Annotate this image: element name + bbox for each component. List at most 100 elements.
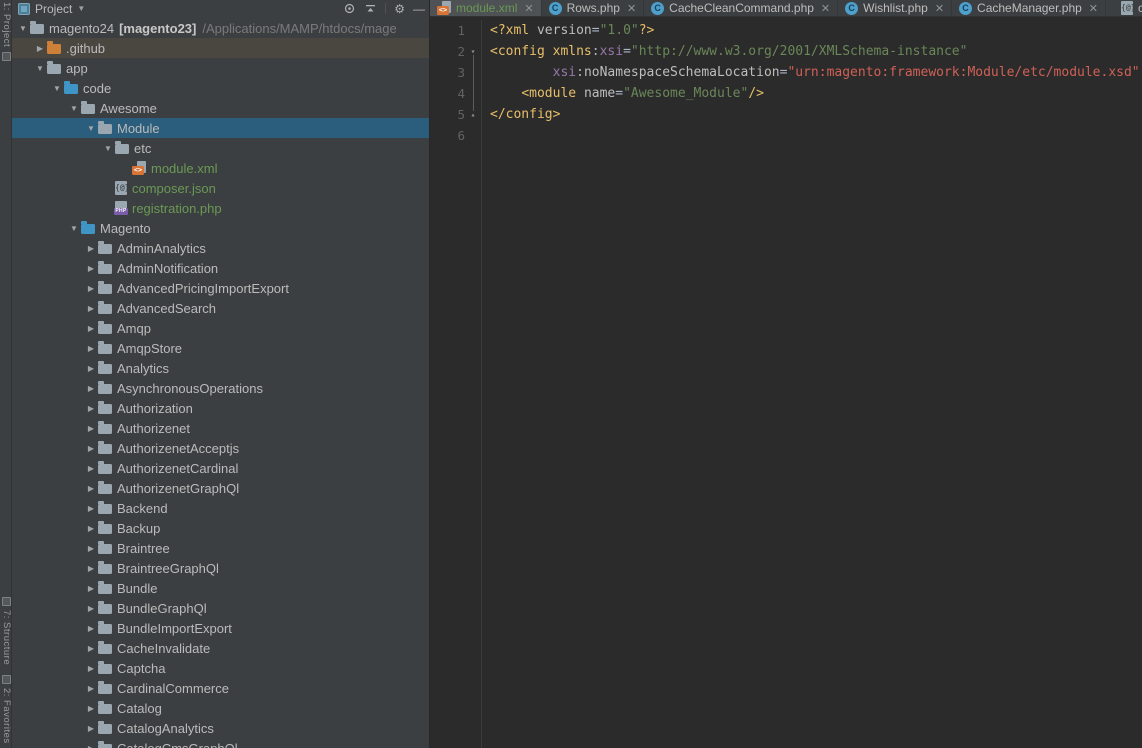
collapse-all-icon[interactable] bbox=[364, 2, 377, 15]
tree-row-amqpstore[interactable]: ▶AmqpStore bbox=[12, 338, 429, 358]
chevron-down-icon[interactable]: ▼ bbox=[77, 4, 85, 13]
code-token: <module bbox=[521, 86, 584, 101]
chevron-collapsed-icon[interactable]: ▶ bbox=[84, 584, 98, 593]
tree-row-advancedpricingimportexport[interactable]: ▶AdvancedPricingImportExport bbox=[12, 278, 429, 298]
tree-row-code[interactable]: ▼code bbox=[12, 78, 429, 98]
tool-button----structure[interactable]: 7: Structure bbox=[1, 597, 12, 665]
chevron-collapsed-icon[interactable]: ▶ bbox=[84, 564, 98, 573]
close-tab-icon[interactable]: ✕ bbox=[821, 2, 830, 15]
chevron-collapsed-icon[interactable]: ▶ bbox=[84, 704, 98, 713]
chevron-collapsed-icon[interactable]: ▶ bbox=[84, 684, 98, 693]
chevron-collapsed-icon[interactable]: ▶ bbox=[84, 544, 98, 553]
close-tab-icon[interactable]: ✕ bbox=[935, 2, 944, 15]
tree-row-authorizenet[interactable]: ▶Authorizenet bbox=[12, 418, 429, 438]
tree-row-authorizenetgraphql[interactable]: ▶AuthorizenetGraphQl bbox=[12, 478, 429, 498]
close-tab-icon[interactable]: ✕ bbox=[524, 2, 533, 15]
hide-panel-icon[interactable]: — bbox=[413, 3, 425, 15]
tree-row-authorizenetcardinal[interactable]: ▶AuthorizenetCardinal bbox=[12, 458, 429, 478]
tab-rows-php[interactable]: CRows.php✕ bbox=[542, 0, 645, 16]
tree-row-bundleimportexport[interactable]: ▶BundleImportExport bbox=[12, 618, 429, 638]
tree-row-registration-php[interactable]: registration.php bbox=[12, 198, 429, 218]
tree-row-catalogcmsgraphql[interactable]: ▶CatalogCmsGraphQl bbox=[12, 738, 429, 748]
chevron-collapsed-icon[interactable]: ▶ bbox=[84, 464, 98, 473]
code-editor[interactable]: 123456▾▴ <?xml version="1.0"?><config xm… bbox=[430, 17, 1142, 748]
tree-row-braintreegraphql[interactable]: ▶BraintreeGraphQl bbox=[12, 558, 429, 578]
chevron-collapsed-icon[interactable]: ▶ bbox=[84, 724, 98, 733]
chevron-collapsed-icon[interactable]: ▶ bbox=[84, 644, 98, 653]
chevron-collapsed-icon[interactable]: ▶ bbox=[84, 324, 98, 333]
folder-icon bbox=[98, 284, 112, 294]
tree-row-composer-json[interactable]: {@}composer.json bbox=[12, 178, 429, 198]
chevron-collapsed-icon[interactable]: ▶ bbox=[84, 364, 98, 373]
chevron-collapsed-icon[interactable]: ▶ bbox=[84, 444, 98, 453]
chevron-expanded-icon[interactable]: ▼ bbox=[16, 24, 30, 33]
tree-row-etc[interactable]: ▼etc bbox=[12, 138, 429, 158]
tab-c[interactable]: {@}c bbox=[1114, 0, 1142, 16]
tab-wishlist-php[interactable]: CWishlist.php✕ bbox=[838, 0, 952, 16]
chevron-collapsed-icon[interactable]: ▶ bbox=[84, 664, 98, 673]
tree-row-module-xml[interactable]: <>module.xml bbox=[12, 158, 429, 178]
chevron-collapsed-icon[interactable]: ▶ bbox=[84, 424, 98, 433]
code-token: xsi bbox=[600, 44, 623, 59]
tree-row-backup[interactable]: ▶Backup bbox=[12, 518, 429, 538]
chevron-expanded-icon[interactable]: ▼ bbox=[50, 84, 64, 93]
chevron-expanded-icon[interactable]: ▼ bbox=[67, 104, 81, 113]
tree-row-cataloganalytics[interactable]: ▶CatalogAnalytics bbox=[12, 718, 429, 738]
chevron-collapsed-icon[interactable]: ▶ bbox=[84, 304, 98, 313]
tree-row-cacheinvalidate[interactable]: ▶CacheInvalidate bbox=[12, 638, 429, 658]
tab-cachecleancommand-php[interactable]: CCacheCleanCommand.php✕ bbox=[644, 0, 838, 16]
tree-row-adminanalytics[interactable]: ▶AdminAnalytics bbox=[12, 238, 429, 258]
tree-row-bundle[interactable]: ▶Bundle bbox=[12, 578, 429, 598]
tree-row-adminnotification[interactable]: ▶AdminNotification bbox=[12, 258, 429, 278]
chevron-collapsed-icon[interactable]: ▶ bbox=[84, 624, 98, 633]
tree-row-magento[interactable]: ▼Magento bbox=[12, 218, 429, 238]
close-tab-icon[interactable]: ✕ bbox=[627, 2, 636, 15]
tree-row-captcha[interactable]: ▶Captcha bbox=[12, 658, 429, 678]
tool-button-project[interactable]: 1: Project bbox=[1, 2, 12, 47]
chevron-expanded-icon[interactable]: ▼ bbox=[33, 64, 47, 73]
tab-cachemanager-php[interactable]: CCacheManager.php✕ bbox=[952, 0, 1106, 16]
tab-module-xml[interactable]: <>module.xml✕ bbox=[430, 0, 542, 16]
tree-row-cardinalcommerce[interactable]: ▶CardinalCommerce bbox=[12, 678, 429, 698]
tree-row-authorizenetacceptjs[interactable]: ▶AuthorizenetAcceptjs bbox=[12, 438, 429, 458]
php-class-icon: C bbox=[959, 2, 972, 15]
chevron-collapsed-icon[interactable]: ▶ bbox=[84, 384, 98, 393]
code-content[interactable]: <?xml version="1.0"?><config xmlns:xsi="… bbox=[482, 20, 1142, 748]
chevron-collapsed-icon[interactable]: ▶ bbox=[33, 44, 47, 53]
tool-button----favorites[interactable]: 2: Favorites bbox=[1, 675, 12, 744]
folder-icon bbox=[98, 364, 112, 374]
chevron-expanded-icon[interactable]: ▼ bbox=[101, 144, 115, 153]
tree-row-braintree[interactable]: ▶Braintree bbox=[12, 538, 429, 558]
tree-row-module[interactable]: ▼Module bbox=[12, 118, 429, 138]
chevron-collapsed-icon[interactable]: ▶ bbox=[84, 484, 98, 493]
tree-row-app[interactable]: ▼app bbox=[12, 58, 429, 78]
tree-row-bundlegraphql[interactable]: ▶BundleGraphQl bbox=[12, 598, 429, 618]
chevron-collapsed-icon[interactable]: ▶ bbox=[84, 344, 98, 353]
chevron-collapsed-icon[interactable]: ▶ bbox=[84, 404, 98, 413]
tree-row-amqp[interactable]: ▶Amqp bbox=[12, 318, 429, 338]
tree-row-analytics[interactable]: ▶Analytics bbox=[12, 358, 429, 378]
tree-row-catalog[interactable]: ▶Catalog bbox=[12, 698, 429, 718]
gear-icon[interactable]: ⚙ bbox=[394, 3, 405, 15]
chevron-collapsed-icon[interactable]: ▶ bbox=[84, 524, 98, 533]
chevron-expanded-icon[interactable]: ▼ bbox=[67, 224, 81, 233]
chevron-collapsed-icon[interactable]: ▶ bbox=[84, 284, 98, 293]
chevron-collapsed-icon[interactable]: ▶ bbox=[84, 244, 98, 253]
chevron-expanded-icon[interactable]: ▼ bbox=[84, 124, 98, 133]
chevron-collapsed-icon[interactable]: ▶ bbox=[84, 604, 98, 613]
tree-row-awesome[interactable]: ▼Awesome bbox=[12, 98, 429, 118]
tree-row-advancedsearch[interactable]: ▶AdvancedSearch bbox=[12, 298, 429, 318]
tree-row-magento24[interactable]: ▼magento24[magento23]/Applications/MAMP/… bbox=[12, 18, 429, 38]
chevron-collapsed-icon[interactable]: ▶ bbox=[84, 744, 98, 748]
chevron-collapsed-icon[interactable]: ▶ bbox=[84, 264, 98, 273]
tree-row-asynchronousoperations[interactable]: ▶AsynchronousOperations bbox=[12, 378, 429, 398]
close-tab-icon[interactable]: ✕ bbox=[1089, 2, 1098, 15]
tree-row-authorization[interactable]: ▶Authorization bbox=[12, 398, 429, 418]
line-number: 6 bbox=[430, 125, 481, 146]
project-panel-title[interactable]: Project bbox=[35, 2, 72, 16]
tab-label: module.xml bbox=[456, 1, 517, 15]
chevron-collapsed-icon[interactable]: ▶ bbox=[84, 504, 98, 513]
tree-row-backend[interactable]: ▶Backend bbox=[12, 498, 429, 518]
tree-row--github[interactable]: ▶.github bbox=[12, 38, 429, 58]
locate-file-icon[interactable] bbox=[343, 2, 356, 15]
